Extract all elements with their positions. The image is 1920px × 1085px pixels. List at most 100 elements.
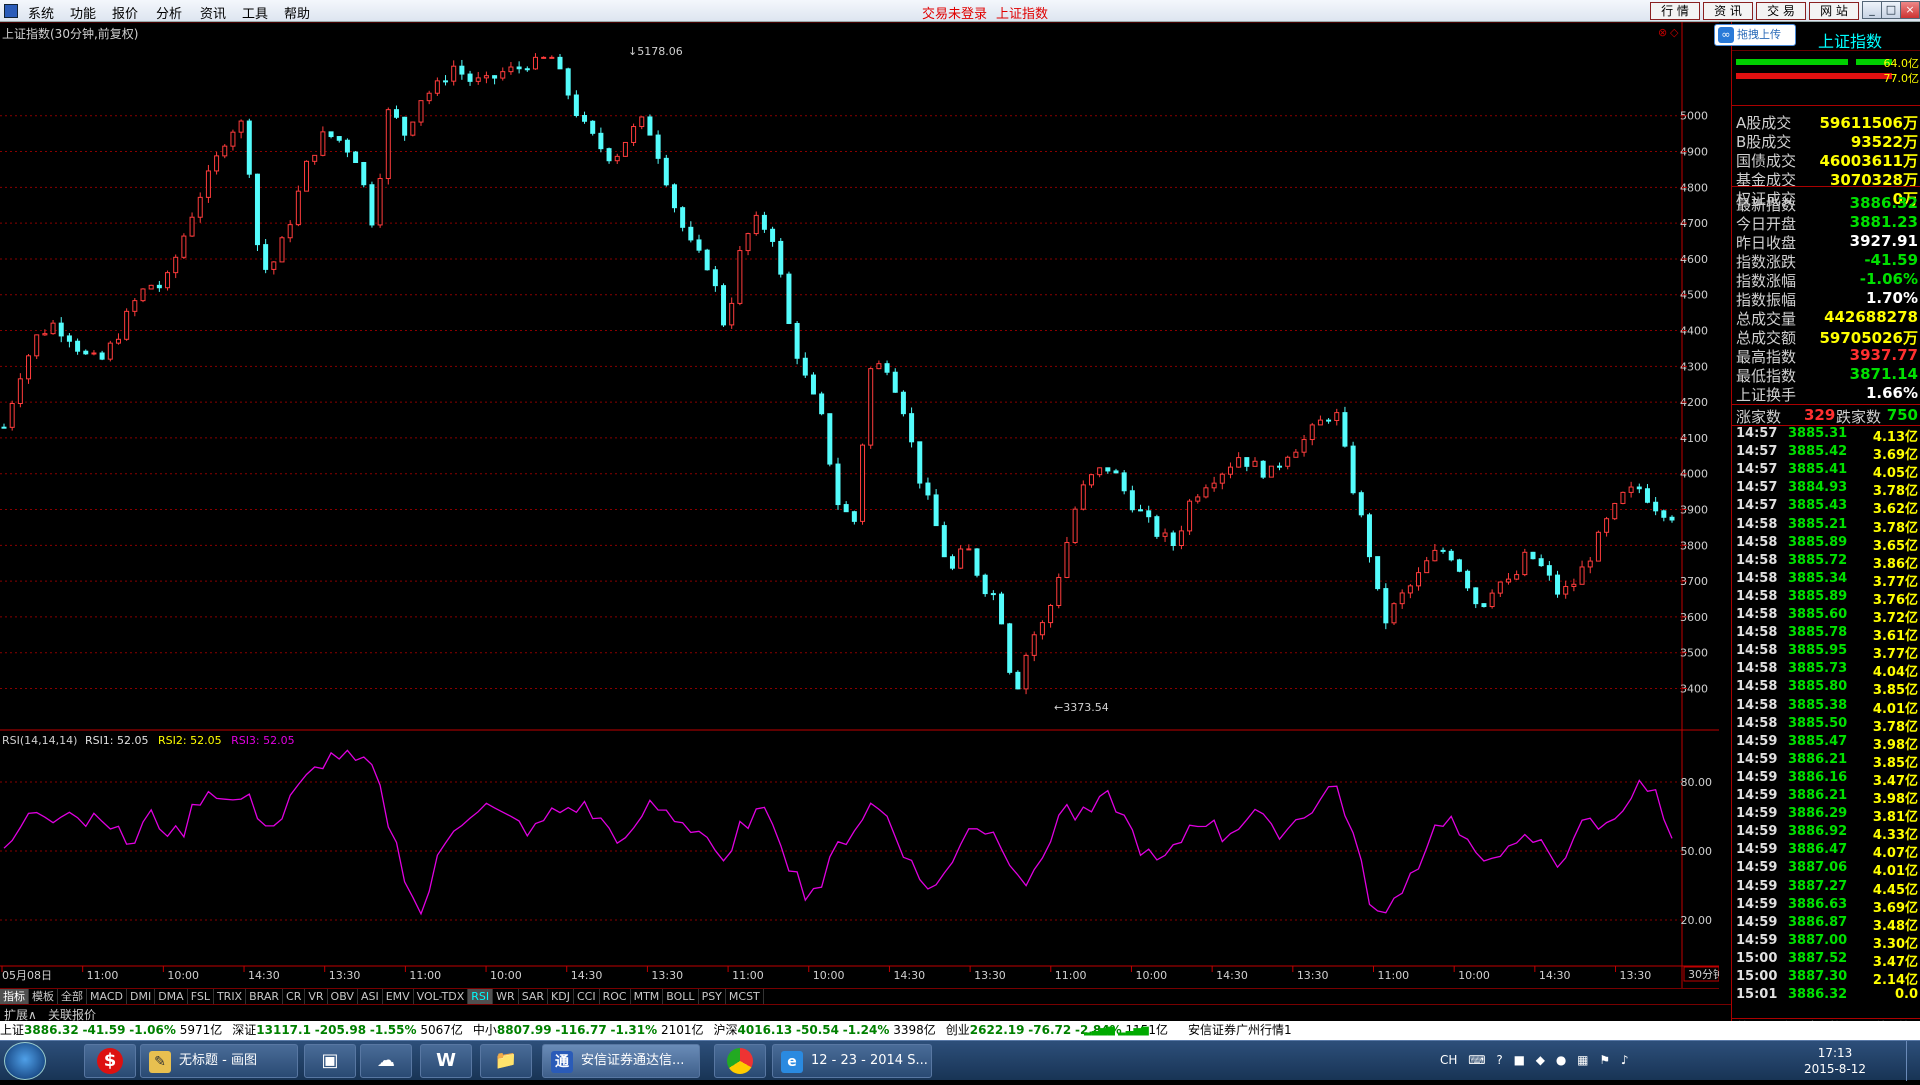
- indicator-tab[interactable]: SAR: [519, 989, 549, 1004]
- indicator-tab[interactable]: WR: [493, 989, 519, 1004]
- indicator-tab[interactable]: MACD: [87, 989, 127, 1004]
- indicator-tab[interactable]: BRAR: [246, 989, 284, 1004]
- taskbar-ie[interactable]: e 12 - 23 - 2014 S...: [772, 1044, 932, 1078]
- candle-body: [1440, 549, 1446, 552]
- candle-body: [500, 71, 506, 79]
- indicator-tab[interactable]: VR: [305, 989, 328, 1004]
- menu-quote[interactable]: 报价: [112, 3, 138, 22]
- menu-info[interactable]: 资讯: [200, 3, 226, 22]
- stat-value: 3871.14: [1849, 365, 1918, 383]
- tick-row: 14:58 3885.80 3.85亿: [1736, 679, 1918, 699]
- stat-label: 今日开盘: [1736, 215, 1797, 233]
- start-button[interactable]: [4, 1042, 46, 1080]
- ticker-item[interactable]: 中小8807.99 -116.77 -1.31% 2101亿: [473, 1023, 704, 1037]
- tray-icon-3[interactable]: ●: [1556, 1053, 1566, 1067]
- news-button[interactable]: 资 讯: [1703, 2, 1753, 20]
- taskbar-folder[interactable]: 📁: [480, 1044, 532, 1078]
- menu-analysis[interactable]: 分析: [156, 3, 182, 22]
- clock[interactable]: 17:13 2015-8-12: [1800, 1045, 1870, 1077]
- ticker-item[interactable]: 深证13117.1 -205.98 -1.55% 5067亿: [232, 1023, 463, 1037]
- time-tick-label: 14:30: [571, 969, 603, 982]
- indicator-tab[interactable]: VOL-TDX: [414, 989, 469, 1004]
- menu-tools[interactable]: 工具: [242, 3, 268, 22]
- indicator-tab[interactable]: OBV: [328, 989, 358, 1004]
- show-desktop-button[interactable]: [1906, 1041, 1920, 1081]
- indicator-tab[interactable]: RSI: [468, 989, 494, 1004]
- language-indicator[interactable]: CH: [1440, 1053, 1457, 1067]
- candle-body: [140, 288, 146, 302]
- time-tick-label: 11:00: [87, 969, 119, 982]
- indicator-tab[interactable]: 指标: [0, 989, 29, 1004]
- taskbar-cloud[interactable]: ☁: [360, 1044, 412, 1078]
- stat-row: 最低指数 3871.14: [1736, 365, 1918, 385]
- indicator-tab[interactable]: MCST: [726, 989, 764, 1004]
- candle-body: [835, 463, 841, 506]
- quote-button[interactable]: 行 情: [1650, 2, 1700, 20]
- menu-function[interactable]: 功能: [70, 3, 96, 22]
- keyboard-icon[interactable]: ⌨: [1468, 1053, 1485, 1067]
- indicator-tab[interactable]: DMA: [155, 989, 188, 1004]
- ticker-item[interactable]: 上证3886.32 -41.59 -1.06% 5971亿: [0, 1023, 222, 1037]
- stat-value: 3881.23: [1849, 213, 1918, 231]
- taskbar-trading-app[interactable]: 通安信证券通达信...: [542, 1044, 700, 1078]
- stat-value: 442688278: [1824, 308, 1918, 326]
- candle-body: [810, 374, 816, 395]
- candle-body: [802, 357, 808, 376]
- indicator-tab[interactable]: BOLL: [663, 989, 699, 1004]
- chart-close-icon[interactable]: ⊗: [1658, 26, 1667, 39]
- time-tick-label: 13:30: [651, 969, 683, 982]
- flag-icon[interactable]: ⚑: [1599, 1053, 1610, 1067]
- taskbar-app-icon[interactable]: $: [84, 1044, 136, 1078]
- tray-icon-2[interactable]: ◆: [1536, 1053, 1545, 1067]
- stat-label: 最高指数: [1736, 348, 1797, 366]
- cloud-icon: ☁: [377, 1050, 395, 1071]
- stat-value: 59611506万: [1819, 114, 1919, 132]
- tick-row: 14:58 3885.72 3.86亿: [1736, 552, 1918, 572]
- indicator-tab[interactable]: TRIX: [214, 989, 247, 1004]
- indicator-tab[interactable]: DMI: [127, 989, 156, 1004]
- network-icon[interactable]: ▦: [1577, 1053, 1588, 1067]
- indicator-tab[interactable]: EMV: [383, 989, 414, 1004]
- indicator-tab[interactable]: CCI: [574, 989, 600, 1004]
- app-icon: [4, 4, 18, 18]
- taskbar-word[interactable]: W: [420, 1044, 472, 1078]
- period-label[interactable]: 30分钟: [1688, 967, 1719, 981]
- chart-float-icon[interactable]: ◇: [1670, 26, 1679, 39]
- candle-body: [393, 109, 399, 118]
- indicator-tab[interactable]: 模板: [29, 989, 58, 1004]
- indicator-tab[interactable]: 全部: [58, 989, 87, 1004]
- candle-body: [1456, 559, 1462, 572]
- tray-icon-1[interactable]: ■: [1514, 1053, 1525, 1067]
- ticker-item[interactable]: 沪深4016.13 -50.54 -1.24% 3398亿: [714, 1023, 936, 1037]
- minimize-button[interactable]: _: [1862, 1, 1882, 19]
- close-button[interactable]: ×: [1900, 1, 1920, 19]
- candle-body: [189, 216, 195, 237]
- stat-value: -1.06%: [1859, 270, 1918, 288]
- indicator-tab[interactable]: KDJ: [548, 989, 574, 1004]
- indicator-tab[interactable]: FSL: [188, 989, 214, 1004]
- indicator-tab[interactable]: MTM: [631, 989, 664, 1004]
- indicator-tab[interactable]: CR: [283, 989, 306, 1004]
- candle-body: [353, 151, 359, 164]
- share-upload-button[interactable]: ∞ 拖拽上传: [1714, 24, 1796, 46]
- indicator-tab[interactable]: ROC: [600, 989, 631, 1004]
- volume-icon[interactable]: ♪: [1621, 1053, 1629, 1067]
- candle-body: [222, 145, 228, 157]
- menu-system[interactable]: 系统: [28, 3, 54, 22]
- trade-button[interactable]: 交 易: [1756, 2, 1806, 20]
- taskbar-explorer-window[interactable]: ▣: [304, 1044, 356, 1078]
- index-chart[interactable]: 5000490048004700460045004400430042004100…: [0, 22, 1719, 988]
- taskbar-chrome[interactable]: [714, 1044, 766, 1078]
- help-icon[interactable]: ?: [1496, 1053, 1502, 1067]
- website-button[interactable]: 网 站: [1809, 2, 1859, 20]
- indicator-tab[interactable]: ASI: [358, 989, 383, 1004]
- candle-body: [475, 77, 481, 82]
- candle-body: [557, 56, 563, 70]
- maximize-button[interactable]: □: [1881, 1, 1901, 19]
- indicator-tab[interactable]: PSY: [699, 989, 726, 1004]
- stat-label: 最新指数: [1736, 196, 1797, 214]
- candle-body: [508, 66, 514, 73]
- menu-help[interactable]: 帮助: [284, 3, 310, 22]
- candle-body: [1644, 488, 1650, 503]
- taskbar-paint[interactable]: ✎ 无标题 - 画图: [140, 1044, 298, 1078]
